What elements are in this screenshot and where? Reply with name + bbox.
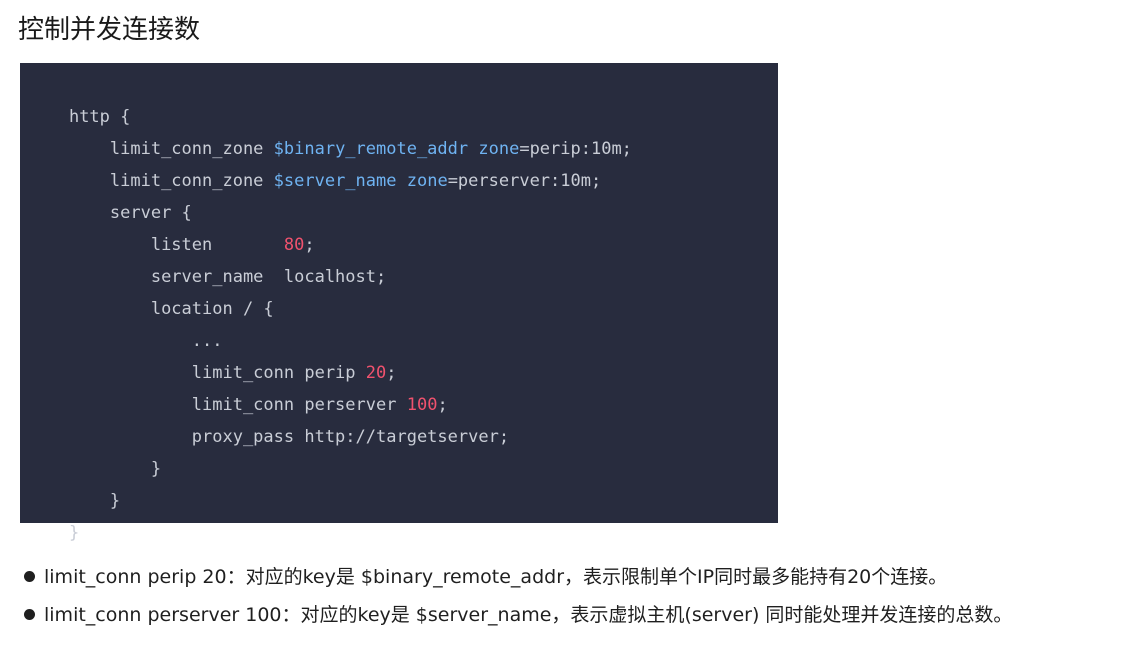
code-line: } — [28, 453, 120, 511]
code-line: } — [28, 485, 79, 543]
code-line: limit_conn perip 20; — [28, 325, 397, 383]
code-variable: $server_name — [273, 171, 397, 191]
list-item-text: limit_conn perip 20：对应的key是 $binary_remo… — [44, 566, 948, 588]
code-line: proxy_pass http://targetserver; — [28, 389, 509, 447]
code-token: } — [68, 523, 80, 543]
code-line: listen 80; — [28, 197, 315, 255]
bullet-list: limit_conn perip 20：对应的key是 $binary_remo… — [20, 558, 1130, 634]
code-line: limit_conn perserver 100; — [28, 357, 448, 415]
code-line: } — [28, 421, 161, 479]
list-item: limit_conn perserver 100：对应的key是 $server… — [20, 596, 1130, 634]
page-title: 控制并发连接数 — [18, 15, 201, 45]
code-token: =perserver:10m; — [447, 171, 602, 191]
code-keyword: zone — [406, 171, 448, 191]
code-line: limit_conn_zone $server_name zone=perser… — [28, 133, 601, 191]
list-item: limit_conn perip 20：对应的key是 $binary_remo… — [20, 558, 1130, 596]
list-item-text: limit_conn perserver 100：对应的key是 $server… — [44, 604, 1013, 626]
code-line: http { — [28, 69, 130, 127]
code-line: server_name localhost; — [28, 229, 386, 287]
code-block: http { limit_conn_zone $binary_remote_ad… — [20, 63, 778, 543]
code-line: location / { — [28, 261, 274, 319]
code-line: server { — [28, 165, 192, 223]
bullet-dot-icon — [24, 570, 35, 582]
bullet-dot-icon — [24, 608, 35, 620]
code-line: limit_conn_zone $binary_remote_addr zone… — [28, 101, 632, 159]
code-line: ... — [28, 293, 223, 351]
